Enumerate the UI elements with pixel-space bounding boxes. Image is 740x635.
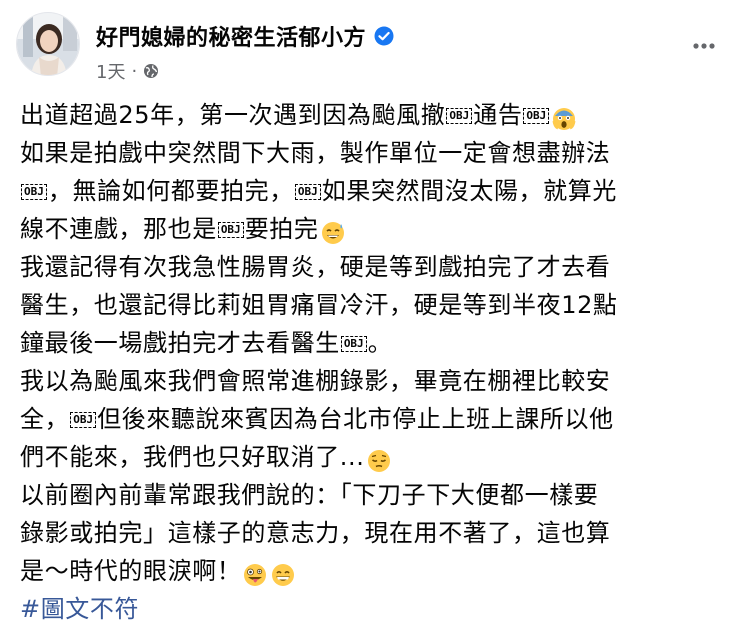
post-header: 好門媳婦的秘密生活郁小方 1天 · <box>16 12 724 84</box>
grin-emoji-icon <box>271 560 295 586</box>
facebook-post: 好門媳婦的秘密生活郁小方 1天 · 出道超過25年，第一次遇到因為颱風撤 OBJ… <box>0 0 740 635</box>
object-replacement-glyph: OBJ <box>294 184 321 200</box>
text-segment: 。 <box>367 329 393 357</box>
post-text-line: 我還記得有次我急性腸胃炎，硬是等到戲拍完了才去看 <box>20 248 726 286</box>
post-text-line: OBJ ，無論如何都要拍完， OBJ 如果突然間沒太陽，就算光 <box>20 172 726 210</box>
text-segment: 以前圈內前輩常跟我們說的：「下刀子下大便都一樣要 <box>20 481 599 509</box>
more-options-icon <box>693 43 715 49</box>
globe-icon[interactable] <box>143 63 159 79</box>
text-segment: 但後來聽說來賓因為台北市停止上班上課所以他 <box>97 405 614 433</box>
object-replacement-glyph: OBJ <box>217 222 244 238</box>
post-text-line: 我以為颱風來我們會照常進棚錄影，畢竟在棚裡比較安 <box>20 362 726 400</box>
text-segment: ，無論如何都要拍完， <box>47 177 294 205</box>
text-segment: 我以為颱風來我們會照常進棚錄影，畢竟在棚裡比較安 <box>20 367 611 395</box>
meta-separator: · <box>131 60 138 82</box>
text-segment: 醫生，也還記得比莉姐胃痛冒冷汗，硬是等到半夜12點 <box>20 291 618 319</box>
post-meta: 1天 · <box>96 58 159 84</box>
author-avatar[interactable] <box>16 12 80 76</box>
text-segment: 線不連戲，那也是 <box>20 215 217 243</box>
post-text-line: 是～時代的眼淚啊！ <box>20 552 726 590</box>
author-name[interactable]: 好門媳婦的秘密生活郁小方 <box>96 20 366 52</box>
text-segment: 錄影或拍完」這樣子的意志力，現在用不著了，這也算 <box>20 519 611 547</box>
hashtag-link[interactable]: #圖文不符 <box>20 595 139 623</box>
text-segment: 通告 <box>473 101 523 129</box>
scream-emoji-icon <box>552 104 576 130</box>
author-name-row: 好門媳婦的秘密生活郁小方 <box>96 20 394 52</box>
post-text-line: 以前圈內前輩常跟我們說的：「下刀子下大便都一樣要 <box>20 476 726 514</box>
text-segment: 如果是拍戲中突然間下大雨，製作單位一定會想盡辦法 <box>20 139 611 167</box>
hashtag-line: #圖文不符 <box>20 590 726 628</box>
text-segment: 們不能來，我們也只好取消了... <box>20 443 365 471</box>
text-segment: 鐘最後一場戲拍完才去看醫生 <box>20 329 340 357</box>
post-text-line: 出道超過25年，第一次遇到因為颱風撤 OBJ 通告 OBJ <box>20 96 726 134</box>
text-segment: 全， <box>20 405 70 433</box>
object-replacement-glyph: OBJ <box>446 108 473 124</box>
post-text-line: 鐘最後一場戲拍完才去看醫生 OBJ。 <box>20 324 726 362</box>
text-segment: 如果突然間沒太陽，就算光 <box>321 177 617 205</box>
text-segment: 是～時代的眼淚啊！ <box>20 557 242 585</box>
verified-badge-icon <box>374 26 394 46</box>
post-text-line: 醫生，也還記得比莉姐胃痛冒冷汗，硬是等到半夜12點 <box>20 286 726 324</box>
post-text-line: 如果是拍戲中突然間下大雨，製作單位一定會想盡辦法 <box>20 134 726 172</box>
post-text-line: 線不連戲，那也是 OBJ 要拍完 <box>20 210 726 248</box>
sweat-smile-emoji-icon <box>321 218 345 244</box>
text-segment: 要拍完 <box>244 215 319 243</box>
post-text-line: 全， OBJ 但後來聽說來賓因為台北市停止上班上課所以他 <box>20 400 726 438</box>
object-replacement-glyph: OBJ <box>21 184 47 200</box>
object-replacement-glyph: OBJ <box>523 108 550 124</box>
post-text-line: 們不能來，我們也只好取消了... <box>20 438 726 476</box>
post-text-line: 錄影或拍完」這樣子的意志力，現在用不著了，這也算 <box>20 514 726 552</box>
text-segment: 出道超過25年，第一次遇到因為颱風撤 <box>20 101 446 129</box>
object-replacement-glyph: OBJ <box>70 412 97 428</box>
pensive-emoji-icon <box>367 446 391 472</box>
post-body: 出道超過25年，第一次遇到因為颱風撤 OBJ 通告 OBJ 如果是拍戲中突然間下大雨，製… <box>20 96 726 628</box>
text-segment: 我還記得有次我急性腸胃炎，硬是等到戲拍完了才去看 <box>20 253 611 281</box>
more-options-button[interactable] <box>684 26 724 66</box>
object-replacement-glyph: OBJ <box>340 336 367 352</box>
zany-emoji-icon <box>243 560 267 586</box>
post-timestamp[interactable]: 1天 <box>96 58 125 84</box>
